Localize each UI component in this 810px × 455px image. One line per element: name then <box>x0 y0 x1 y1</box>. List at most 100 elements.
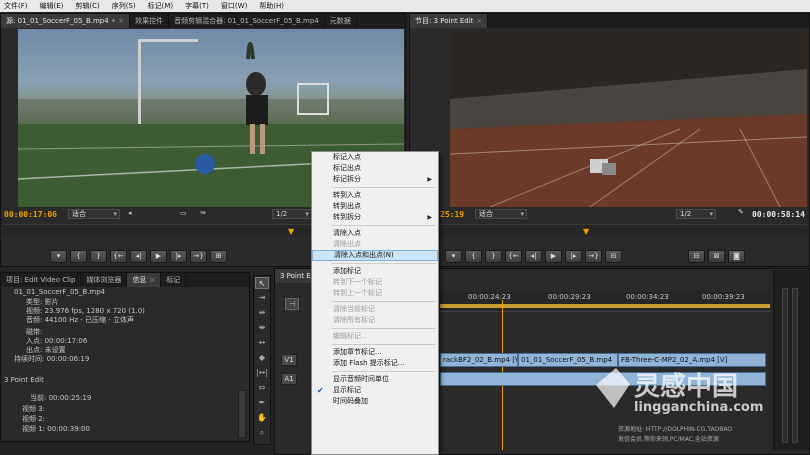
context-menu-item[interactable]: 时间码叠加 <box>312 396 438 407</box>
slide-tool-icon[interactable]: ⇔ <box>255 382 269 394</box>
source-timecode[interactable]: 00:00:17:06 <box>4 210 57 219</box>
play-button[interactable]: ▶ <box>150 249 167 263</box>
context-menu-item-label: 添加标记 <box>333 267 361 275</box>
track-label-v1[interactable]: V1 <box>281 354 297 366</box>
step-forward-button[interactable]: |▸ <box>170 249 187 263</box>
check-icon: ✔ <box>317 386 324 395</box>
program-fit-dropdown[interactable]: 适合 <box>475 209 527 219</box>
slip-tool-icon[interactable]: |↔| <box>255 367 269 379</box>
menu-clip[interactable]: 剪辑(C) <box>75 1 99 11</box>
zoom-tool-icon[interactable]: ⌕ <box>255 427 269 439</box>
extract-button[interactable]: ⊠ <box>708 249 725 263</box>
mark-out-button[interactable]: } <box>485 249 502 263</box>
timeline-clip[interactable]: rackBF2_02_B.mp4 [V] <box>440 353 518 367</box>
mark-out-button[interactable]: } <box>90 249 107 263</box>
tab-timeline[interactable]: 3 Point E <box>275 269 315 283</box>
context-menu-item-label: 清除当前标记 <box>333 305 375 313</box>
close-icon[interactable]: × <box>149 276 155 284</box>
source-drag-video-icon[interactable]: ▭ <box>180 209 187 217</box>
mark-in-button[interactable]: { <box>70 249 87 263</box>
add-marker-button[interactable]: ▾ <box>50 249 67 263</box>
context-menu-item[interactable]: 转到出点 <box>312 201 438 212</box>
info-scrollbar[interactable] <box>238 390 246 438</box>
source-drag-audio-icon[interactable]: ⇛ <box>200 209 206 217</box>
program-time-ruler[interactable]: ▼ <box>411 224 807 236</box>
tab-source[interactable]: 源: 01_01_SoccerF_05_B.mp4 ▾ × <box>1 14 131 28</box>
export-frame-button[interactable]: ◙ <box>728 249 745 263</box>
program-resolution-dropdown[interactable]: 1/2 <box>676 209 716 219</box>
tab-markers[interactable]: 标记 <box>161 273 187 287</box>
menu-file[interactable]: 文件(F) <box>4 1 28 11</box>
hand-tool-icon[interactable]: ✋ <box>255 412 269 424</box>
context-menu-item-label: 清除入点 <box>333 229 361 237</box>
context-menu-item[interactable]: 转到入点 <box>312 190 438 201</box>
context-menu-item[interactable]: 清除入点和出点(N) <box>312 250 438 261</box>
tab-audio-clip-mixer[interactable]: 音频剪辑混合器: 01_01_SoccerF_05_B.mp4 <box>169 14 325 28</box>
ruler-mark: 00:00:24:23 <box>468 293 511 301</box>
tab-media-browser[interactable]: 媒体浏览器 <box>81 273 128 287</box>
track-select-tool-icon[interactable]: ⇥ <box>255 292 269 304</box>
ripple-edit-tool-icon[interactable]: ⇹ <box>255 307 269 319</box>
step-forward-button[interactable]: |▸ <box>565 249 582 263</box>
timeline-ruler[interactable]: 00:00:24:23 00:00:29:23 00:00:34:23 00:0… <box>440 292 770 312</box>
menu-help[interactable]: 帮助(H) <box>259 1 284 11</box>
add-marker-button[interactable]: ▾ <box>445 249 462 263</box>
menu-window[interactable]: 窗口(W) <box>221 1 247 11</box>
work-area-bar[interactable] <box>440 304 770 308</box>
selection-tool-icon[interactable]: ↖ <box>255 277 269 289</box>
insert-button[interactable]: ⊞ <box>210 249 227 263</box>
context-menu-item: 编辑标记... <box>312 331 438 342</box>
context-menu-item[interactable]: 标记拆分 ▶ <box>312 174 438 185</box>
source-resolution-dropdown[interactable]: 1/2 <box>272 209 312 219</box>
info-seq-v1: 视频 1: 00:00:39:00 <box>22 425 90 433</box>
rolling-edit-tool-icon[interactable]: ⇼ <box>255 322 269 334</box>
go-to-out-button[interactable]: →} <box>585 249 602 263</box>
tab-effect-controls[interactable]: 效果控件 <box>130 14 170 28</box>
context-menu-item[interactable]: 添加 Flash 提示标记... <box>312 358 438 369</box>
rate-stretch-tool-icon[interactable]: ↔ <box>255 337 269 349</box>
context-menu-item[interactable]: 清除入点 <box>312 228 438 239</box>
context-menu-item[interactable]: 显示音频时间单位 <box>312 374 438 385</box>
context-menu-item[interactable]: 添加章节标记... <box>312 347 438 358</box>
tab-metadata[interactable]: 元数据 <box>325 14 357 28</box>
submenu-arrow-icon: ▶ <box>427 214 432 221</box>
menu-sequence[interactable]: 序列(S) <box>112 1 136 11</box>
tab-program[interactable]: 节目: 3 Point Edit × <box>410 14 489 28</box>
lift-button[interactable]: ⊟ <box>605 249 622 263</box>
context-menu-item[interactable]: 标记出点 <box>312 163 438 174</box>
context-menu-item[interactable]: 标记入点 <box>312 152 438 163</box>
snap-icon[interactable]: ⊣ <box>285 298 299 310</box>
step-back-button[interactable]: ◂| <box>525 249 542 263</box>
context-menu-item-label: 标记入点 <box>333 153 361 161</box>
go-to-out-button[interactable]: →} <box>190 249 207 263</box>
wrench-icon[interactable]: ✎ <box>738 208 744 216</box>
lift-button-2[interactable]: ⊟ <box>688 249 705 263</box>
razor-tool-icon[interactable]: ◆ <box>255 352 269 364</box>
source-in-marker-icon[interactable]: ▼ <box>288 227 294 236</box>
mark-in-button[interactable]: { <box>465 249 482 263</box>
close-icon[interactable]: × <box>476 17 482 25</box>
info-sequence-name: 3 Point Edit <box>4 376 44 384</box>
source-fit-dropdown[interactable]: 适合 <box>68 209 120 219</box>
go-to-in-button[interactable]: {← <box>505 249 522 263</box>
program-playhead-icon[interactable]: ▼ <box>583 227 589 236</box>
tab-info[interactable]: 信息 × <box>127 273 162 287</box>
context-menu-item[interactable]: 添加标记 <box>312 266 438 277</box>
menu-title[interactable]: 字幕(T) <box>185 1 209 11</box>
menu-edit[interactable]: 编辑(E) <box>40 1 64 11</box>
source-mark-in-icon[interactable]: ◂ <box>128 209 132 217</box>
dropdown-icon[interactable]: ▾ <box>112 17 116 25</box>
play-button[interactable]: ▶ <box>545 249 562 263</box>
go-to-in-button[interactable]: {← <box>110 249 127 263</box>
submenu-arrow-icon: ▶ <box>427 176 432 183</box>
program-timecode[interactable]: 25:19 <box>440 210 464 219</box>
context-menu-item[interactable]: 显示标记 ✔ <box>312 385 438 396</box>
close-icon[interactable]: × <box>118 17 124 25</box>
context-menu-item[interactable]: 转到拆分 ▶ <box>312 212 438 223</box>
pen-tool-icon[interactable]: ✒ <box>255 397 269 409</box>
tab-project[interactable]: 项目: Edit Video Clip <box>1 273 82 287</box>
context-menu-item-label: 显示标记 <box>333 386 361 394</box>
step-back-button[interactable]: ◂| <box>130 249 147 263</box>
track-label-a1[interactable]: A1 <box>281 373 297 385</box>
menu-marker[interactable]: 标记(M) <box>148 1 174 11</box>
